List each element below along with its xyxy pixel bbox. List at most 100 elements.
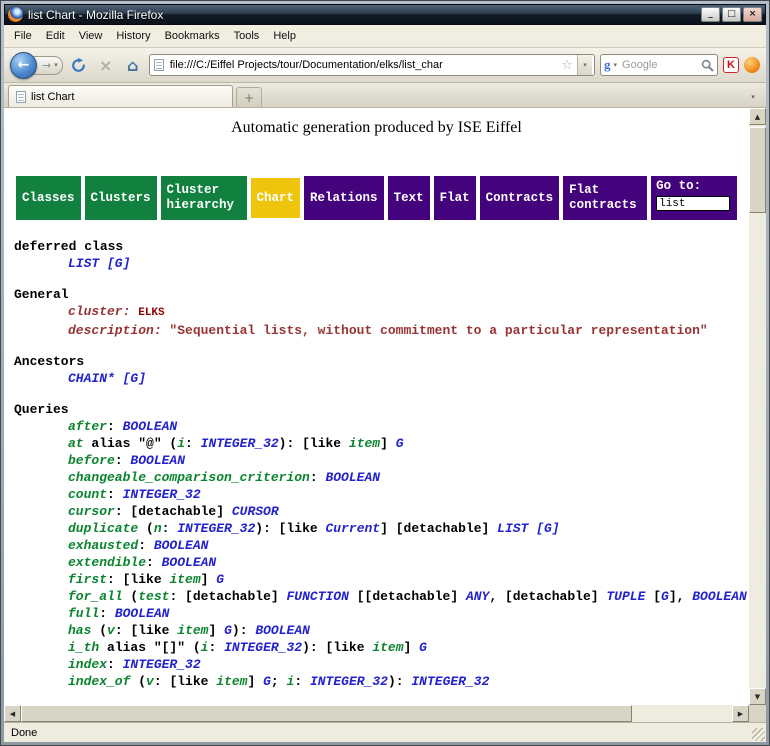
feature-link[interactable]: for_all [68, 589, 130, 604]
class-link[interactable]: INTEGER_32 [201, 436, 279, 451]
class-link[interactable]: ANY [466, 589, 489, 604]
feature-link[interactable]: item [169, 572, 200, 587]
feature-link[interactable]: index_of [68, 674, 138, 689]
chart-nav-flat[interactable]: Flat [434, 176, 476, 220]
chart-nav-relations[interactable]: Relations [304, 176, 384, 220]
vertical-scroll-track[interactable] [749, 125, 766, 688]
class-link[interactable]: BOOLEAN [123, 419, 178, 434]
class-link[interactable]: G [224, 623, 232, 638]
feature-link[interactable]: changeable_comparison_criterion [68, 470, 310, 485]
feature-link[interactable]: duplicate [68, 521, 146, 536]
url-bar[interactable]: ☆ ▾ [149, 54, 595, 76]
extension-icon[interactable] [744, 57, 760, 73]
list-all-tabs-button[interactable]: ▾ [744, 87, 762, 107]
horizontal-scroll-thumb[interactable] [21, 705, 632, 722]
chart-nav-text[interactable]: Text [388, 176, 430, 220]
menu-item-help[interactable]: Help [266, 26, 303, 46]
feature-link[interactable]: count [68, 487, 107, 502]
class-link[interactable]: INTEGER_32 [310, 674, 388, 689]
url-input[interactable] [168, 58, 558, 72]
home-button[interactable]: ⌂ [122, 54, 144, 76]
extension-kaspersky-icon[interactable]: K [723, 57, 739, 73]
horizontal-scroll-track[interactable] [21, 705, 732, 722]
class-link[interactable]: Current [326, 521, 381, 536]
feature-link[interactable]: i [177, 436, 185, 451]
resize-grip[interactable] [752, 728, 765, 741]
feature-link[interactable]: item [372, 640, 403, 655]
feature-link[interactable]: exhausted [68, 538, 138, 553]
class-link[interactable]: INTEGER_32 [177, 521, 255, 536]
class-link[interactable]: BOOLEAN [130, 453, 185, 468]
class-link[interactable]: G [419, 640, 427, 655]
search-magnifier-icon[interactable] [701, 59, 714, 72]
vertical-scrollbar[interactable]: ▲ ▼ [749, 108, 766, 705]
menu-item-tools[interactable]: Tools [227, 26, 267, 46]
class-link[interactable]: BOOLEAN [162, 555, 217, 570]
class-link[interactable]: G [661, 589, 669, 604]
class-link[interactable]: BOOLEAN [255, 623, 310, 638]
chart-nav-contracts[interactable]: Contracts [480, 176, 560, 220]
class-link[interactable]: FUNCTION [286, 589, 348, 604]
menu-item-bookmarks[interactable]: Bookmarks [158, 26, 227, 46]
feature-link[interactable]: i_th [68, 640, 107, 655]
vertical-scroll-thumb[interactable] [749, 127, 766, 213]
class-link[interactable]: INTEGER_32 [123, 657, 201, 672]
goto-input[interactable] [656, 196, 730, 211]
tab-list-chart[interactable]: list Chart [8, 85, 233, 107]
class-link[interactable]: CHAIN* [G] [68, 371, 146, 386]
chart-nav-flat-contracts[interactable]: Flat contracts [563, 176, 647, 220]
class-link[interactable]: G [263, 674, 271, 689]
feature-link[interactable]: cursor [68, 504, 115, 519]
feature-link[interactable]: v [146, 674, 154, 689]
bookmark-star-icon[interactable]: ☆ [561, 58, 573, 73]
back-button[interactable]: ← [10, 52, 37, 79]
class-link[interactable]: TUPLE [606, 589, 645, 604]
close-button[interactable]: × [743, 7, 762, 22]
feature-link[interactable]: test [138, 589, 169, 604]
chart-nav-chart[interactable]: Chart [251, 178, 301, 218]
class-link[interactable]: BOOLEAN [692, 589, 747, 604]
chart-nav-cluster-hierarchy[interactable]: Cluster hierarchy [161, 176, 247, 220]
scroll-left-button[interactable]: ◀ [4, 705, 21, 722]
reload-button[interactable] [68, 54, 90, 76]
feature-link[interactable]: first [68, 572, 107, 587]
chart-nav-classes[interactable]: Classes [16, 176, 81, 220]
class-link[interactable]: G [396, 436, 404, 451]
title-bar[interactable]: list Chart - Mozilla Firefox _ □ × [4, 4, 766, 25]
class-link[interactable]: BOOLEAN [115, 606, 170, 621]
feature-link[interactable]: item [177, 623, 208, 638]
search-input[interactable] [620, 58, 698, 72]
feature-link[interactable]: full [68, 606, 99, 621]
new-tab-button[interactable]: + [236, 87, 262, 107]
feature-link[interactable]: index [68, 657, 107, 672]
engine-dropdown-icon[interactable]: ▾ [614, 61, 618, 69]
stop-button[interactable]: × [95, 54, 117, 76]
class-link[interactable]: G [216, 572, 224, 587]
feature-link[interactable]: at [68, 436, 91, 451]
scroll-right-button[interactable]: ▶ [732, 705, 749, 722]
feature-link[interactable]: item [349, 436, 380, 451]
feature-link[interactable]: before [68, 453, 115, 468]
class-link[interactable]: INTEGER_32 [411, 674, 489, 689]
menu-item-edit[interactable]: Edit [39, 26, 72, 46]
maximize-button[interactable]: □ [722, 7, 741, 22]
class-link[interactable]: LIST [G] [68, 256, 130, 271]
feature-link[interactable]: v [107, 623, 115, 638]
minimize-button[interactable]: _ [701, 7, 720, 22]
url-dropdown-button[interactable]: ▾ [577, 55, 592, 75]
scroll-up-button[interactable]: ▲ [749, 108, 766, 125]
menu-item-view[interactable]: View [72, 26, 110, 46]
class-link[interactable]: BOOLEAN [154, 538, 209, 553]
scroll-down-button[interactable]: ▼ [749, 688, 766, 705]
feature-link[interactable]: n [154, 521, 162, 536]
feature-link[interactable]: extendible [68, 555, 146, 570]
class-link[interactable]: CURSOR [232, 504, 279, 519]
search-box[interactable]: g ▾ [600, 54, 718, 76]
chart-nav-clusters[interactable]: Clusters [85, 176, 157, 220]
class-link[interactable]: BOOLEAN [325, 470, 380, 485]
feature-link[interactable]: item [216, 674, 247, 689]
horizontal-scrollbar[interactable]: ◀ ▶ [4, 705, 749, 722]
class-link[interactable]: LIST [G] [497, 521, 559, 536]
history-dropdown-icon[interactable]: ▾ [54, 61, 58, 69]
menu-item-history[interactable]: History [109, 26, 157, 46]
